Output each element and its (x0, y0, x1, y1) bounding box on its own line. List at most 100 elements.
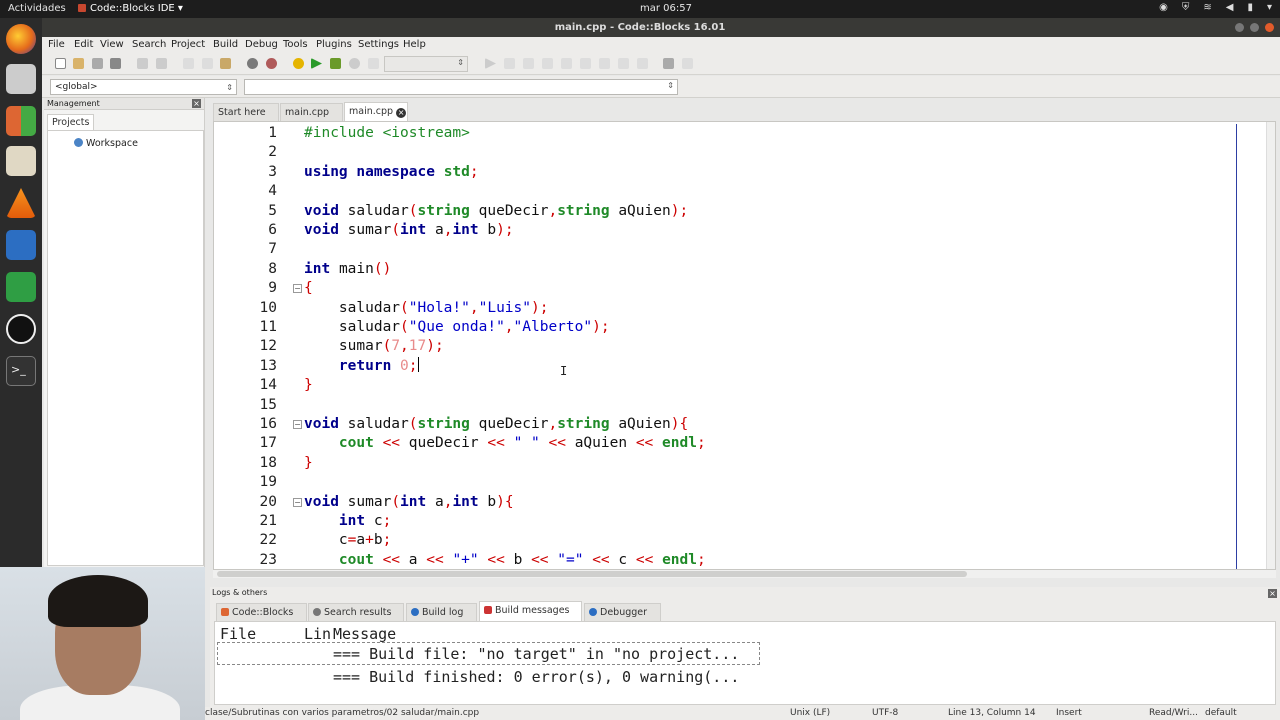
code-line[interactable]: { (304, 279, 313, 298)
undo-icon[interactable] (137, 58, 148, 69)
build-target-select[interactable]: ⇕ (384, 56, 468, 72)
menu-debug[interactable]: Debug (245, 39, 278, 50)
text-editor-icon[interactable] (6, 146, 36, 176)
scroll-thumb[interactable] (217, 571, 967, 577)
cut-icon[interactable] (183, 58, 194, 69)
open-icon[interactable] (73, 58, 84, 69)
tree-item-workspace[interactable]: Workspace (74, 138, 138, 149)
function-select[interactable]: ⇕ (244, 79, 678, 95)
menu-tools[interactable]: Tools (283, 39, 308, 50)
find-icon[interactable] (247, 58, 258, 69)
new-file-icon[interactable] (55, 58, 66, 69)
stop-debug-icon[interactable] (637, 58, 648, 69)
code-line[interactable]: saludar("Que onda!","Alberto"); (304, 318, 610, 337)
code-line[interactable]: return 0; (304, 356, 419, 376)
step-into-icon[interactable] (542, 58, 553, 69)
next-line-icon[interactable] (523, 58, 534, 69)
code-line[interactable]: } (304, 376, 313, 395)
code-line[interactable]: int c; (304, 512, 391, 531)
code-line[interactable]: using namespace std; (304, 163, 479, 182)
column-header-file[interactable]: File (220, 625, 256, 643)
rebuild-icon[interactable] (349, 58, 360, 69)
debug-windows-icon[interactable] (663, 58, 674, 69)
scope-select[interactable]: <global> ⇕ (50, 79, 237, 95)
tab-projects[interactable]: Projects (47, 114, 94, 130)
menu-edit[interactable]: Edit (74, 39, 93, 50)
paste-icon[interactable] (220, 58, 231, 69)
fold-toggle-icon[interactable]: − (293, 420, 302, 429)
shield-icon[interactable]: ⛨ (1182, 2, 1190, 13)
run-icon[interactable] (311, 58, 322, 69)
code-line[interactable]: void saludar(string queDecir,string aQui… (304, 202, 688, 221)
tab-start-here[interactable]: Start here× (213, 103, 279, 137)
code-line[interactable]: #include <iostream> (304, 124, 470, 143)
minimize-button[interactable] (1235, 23, 1244, 32)
obs-icon[interactable] (6, 314, 36, 344)
various-info-icon[interactable] (682, 58, 693, 69)
next-instruction-icon[interactable] (580, 58, 591, 69)
activities-button[interactable]: Actividades (8, 3, 66, 14)
chevron-down-icon[interactable]: ▾ (1267, 2, 1272, 13)
vertical-scrollbar[interactable] (1266, 122, 1275, 569)
wifi-icon[interactable]: ≋ (1203, 2, 1211, 13)
debug-continue-icon[interactable] (485, 58, 496, 69)
log-row[interactable]: === Build file: "no target" in "no proje… (333, 645, 739, 663)
copy-icon[interactable] (202, 58, 213, 69)
files-icon[interactable] (6, 64, 36, 94)
column-header-message[interactable]: Message (333, 625, 396, 643)
codeblocks-launcher-icon[interactable] (6, 106, 36, 136)
tab-build-log[interactable]: Build log× (406, 603, 477, 637)
abort-icon[interactable] (368, 58, 379, 69)
redo-icon[interactable] (156, 58, 167, 69)
menu-project[interactable]: Project (171, 39, 205, 50)
code-line[interactable]: int main() (304, 260, 391, 279)
close-window-button[interactable] (1265, 23, 1274, 32)
tab-codeblocks-log[interactable]: Code::Blocks× (216, 603, 307, 637)
fold-toggle-icon[interactable]: − (293, 284, 302, 294)
code-line[interactable]: cout << a << "+" << b << "=" << c << end… (304, 551, 706, 569)
step-into-instruction-icon[interactable] (599, 58, 610, 69)
tab-debugger[interactable]: Debugger× (584, 603, 661, 637)
mysql-workbench-icon[interactable] (6, 230, 36, 260)
run-to-cursor-icon[interactable] (504, 58, 515, 69)
tab-main-cpp-1[interactable]: main.cpp× (280, 103, 343, 137)
battery-icon[interactable]: ▮ (1247, 2, 1253, 13)
menu-file[interactable]: File (48, 39, 65, 50)
tab-build-messages[interactable]: Build messages× (479, 601, 582, 635)
spreadsheet-icon[interactable] (6, 272, 36, 302)
app-menu[interactable]: Code::Blocks IDE ▾ (78, 3, 183, 14)
code-editor[interactable]: 1 #include <iostream> 2 3 using namespace st… (213, 121, 1276, 570)
code-line[interactable]: saludar("Hola!","Luis"); (304, 299, 549, 318)
maximize-button[interactable] (1250, 23, 1259, 32)
code-line[interactable]: void sumar(int a,int b); (304, 221, 514, 240)
code-line[interactable]: c=a+b; (304, 531, 391, 550)
replace-icon[interactable] (266, 58, 277, 69)
terminal-icon[interactable]: >_ (6, 356, 36, 386)
horizontal-scrollbar[interactable] (213, 570, 1276, 578)
clock[interactable]: mar 06:57 (640, 3, 692, 14)
log-row[interactable]: === Build finished: 0 error(s), 0 warnin… (333, 668, 739, 686)
menu-plugins[interactable]: Plugins (316, 39, 352, 50)
menu-view[interactable]: View (100, 39, 124, 50)
code-line[interactable]: cout << queDecir << " " << aQuien << end… (304, 434, 706, 453)
code-line[interactable]: sumar(7,17); (304, 337, 444, 356)
close-logs-button[interactable]: × (1268, 589, 1277, 598)
tab-main-cpp-active[interactable]: main.cpp × (344, 102, 408, 121)
menu-build[interactable]: Build (213, 39, 238, 50)
close-panel-button[interactable]: × (192, 99, 201, 108)
code-line[interactable]: void sumar(int a,int b){ (304, 493, 514, 512)
build-icon[interactable] (293, 58, 304, 69)
fold-toggle-icon[interactable]: − (293, 497, 302, 507)
code-line[interactable]: } (304, 454, 313, 473)
menu-search[interactable]: Search (132, 39, 166, 50)
menu-help[interactable]: Help (403, 39, 426, 50)
tab-search-results[interactable]: Search results× (308, 603, 404, 637)
vlc-icon[interactable] (6, 188, 36, 218)
column-header-line[interactable]: Lin (304, 625, 331, 643)
save-icon[interactable] (92, 58, 103, 69)
menu-settings[interactable]: Settings (358, 39, 399, 50)
build-run-icon[interactable] (330, 58, 341, 69)
firefox-icon[interactable] (6, 24, 36, 54)
save-all-icon[interactable] (110, 58, 121, 69)
pause-icon[interactable] (618, 58, 629, 69)
